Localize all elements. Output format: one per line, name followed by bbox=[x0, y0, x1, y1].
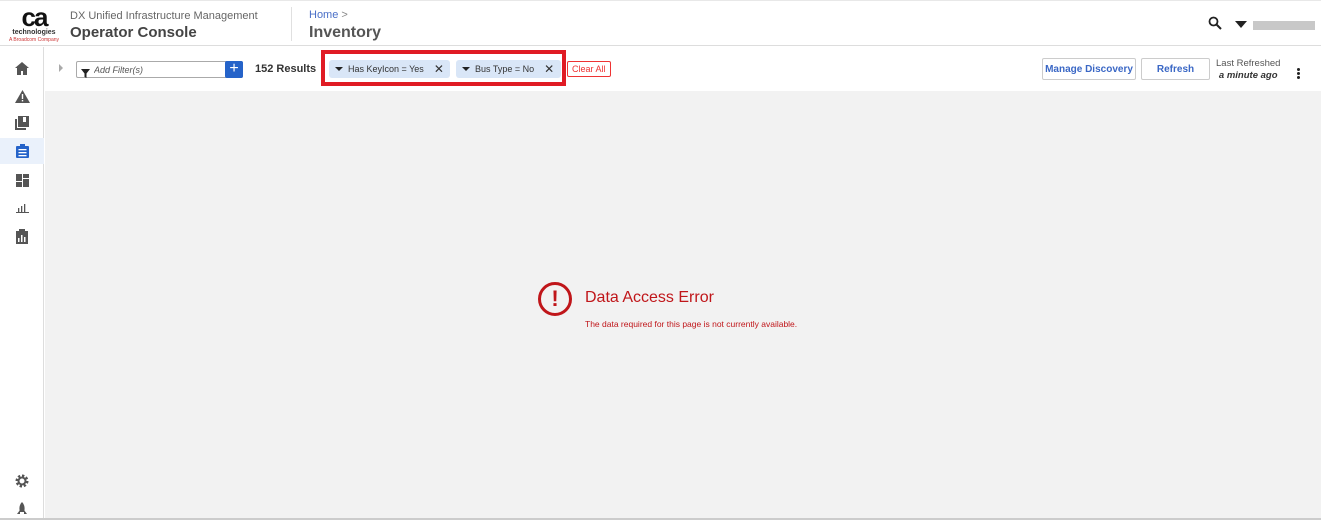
breadcrumb-separator: > bbox=[341, 9, 348, 21]
user-name-redacted[interactable] bbox=[1253, 21, 1315, 30]
dashboard-icon[interactable] bbox=[0, 167, 44, 193]
app-header: ca technologies A Broadcom Company DX Un… bbox=[0, 0, 1321, 46]
page-title: Inventory bbox=[309, 24, 382, 41]
home-icon[interactable] bbox=[0, 55, 44, 81]
refresh-button[interactable]: Refresh bbox=[1141, 58, 1210, 80]
logo-mark: ca bbox=[21, 2, 49, 32]
user-menu-caret-icon[interactable] bbox=[1235, 21, 1247, 28]
product-subtitle: DX Unified Infrastructure Management bbox=[70, 10, 258, 22]
error-title: Data Access Error bbox=[585, 289, 714, 306]
logo-line1: technologies bbox=[12, 29, 56, 36]
metrics-icon[interactable] bbox=[0, 223, 44, 249]
inventory-icon[interactable] bbox=[0, 138, 44, 164]
add-filter-input[interactable] bbox=[94, 63, 224, 76]
error-description: The data required for this page is not c… bbox=[585, 319, 798, 329]
last-refreshed-value: a minute ago bbox=[1218, 70, 1278, 81]
breadcrumb-home[interactable]: Home bbox=[309, 9, 338, 21]
gear-icon[interactable] bbox=[0, 468, 44, 494]
highlight-box bbox=[321, 50, 566, 86]
search-icon[interactable] bbox=[1208, 16, 1222, 35]
library-icon[interactable] bbox=[0, 110, 44, 136]
logo-line2: A Broadcom Company bbox=[8, 37, 60, 43]
header-divider bbox=[291, 7, 292, 41]
filter-icon bbox=[81, 65, 90, 83]
last-refreshed-label: Last Refreshed bbox=[1216, 58, 1281, 69]
ca-logo[interactable]: ca technologies A Broadcom Company bbox=[8, 2, 60, 44]
reports-icon[interactable] bbox=[0, 195, 44, 221]
results-count: 152 Results bbox=[255, 63, 317, 75]
manage-discovery-button[interactable]: Manage Discovery bbox=[1042, 58, 1136, 80]
expand-panel-icon[interactable] bbox=[59, 64, 63, 72]
product-name: Operator Console bbox=[70, 24, 197, 41]
sidebar bbox=[0, 47, 44, 520]
clear-all-button[interactable]: Clear All bbox=[567, 61, 611, 77]
add-filter-field[interactable]: + bbox=[76, 61, 243, 78]
add-filter-button[interactable]: + bbox=[225, 61, 243, 78]
alarm-icon[interactable] bbox=[0, 83, 44, 109]
last-refreshed: Last Refreshed a minute ago bbox=[1216, 58, 1280, 81]
error-icon: ! bbox=[538, 282, 572, 316]
breadcrumb: Home > Inventory bbox=[309, 9, 381, 42]
more-options-icon[interactable] bbox=[1297, 68, 1301, 80]
